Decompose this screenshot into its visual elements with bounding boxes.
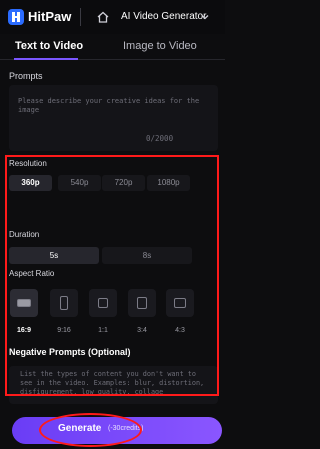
aspect-label-4-3: 4:3 bbox=[175, 327, 185, 334]
active-tab-indicator bbox=[14, 58, 78, 60]
tab-image-to-video[interactable]: Image to Video bbox=[123, 40, 197, 52]
resolution-option-1080p[interactable]: 1080p bbox=[147, 175, 190, 191]
aspect-9-16-icon bbox=[60, 296, 68, 310]
brand-name: HitPaw bbox=[28, 9, 72, 24]
duration-option-8s[interactable]: 8s bbox=[102, 247, 192, 264]
chevron-down-icon[interactable] bbox=[200, 12, 210, 22]
aspect-option-4-3[interactable] bbox=[166, 289, 194, 317]
aspect-label-9-16: 9:16 bbox=[57, 327, 71, 334]
aspect-16-9-icon bbox=[17, 299, 31, 307]
prompt-placeholder: Please describe your creative ideas for … bbox=[18, 97, 200, 114]
prompt-textarea[interactable] bbox=[9, 85, 218, 151]
top-bar: HitPaw AI Video Generator bbox=[0, 0, 225, 34]
prompt-char-counter: 0/2000 bbox=[146, 134, 174, 143]
resolution-option-720p[interactable]: 720p bbox=[102, 175, 145, 191]
mode-tabs: Text to Video Image to Video bbox=[0, 34, 225, 60]
resolution-label: Resolution bbox=[9, 159, 47, 168]
negative-prompts-label: Negative Prompts (Optional) bbox=[9, 347, 131, 357]
product-selector-label[interactable]: AI Video Generator bbox=[121, 11, 206, 22]
tab-text-to-video[interactable]: Text to Video bbox=[15, 40, 83, 52]
aspect-ratio-label: Aspect Ratio bbox=[9, 269, 55, 278]
duration-label: Duration bbox=[9, 230, 40, 239]
aspect-label-1-1: 1:1 bbox=[98, 327, 108, 334]
resolution-option-540p[interactable]: 540p bbox=[58, 175, 101, 191]
aspect-label-3-4: 3:4 bbox=[137, 327, 147, 334]
hitpaw-logo-icon bbox=[8, 9, 24, 25]
aspect-4-3-icon bbox=[174, 298, 186, 308]
aspect-option-1-1[interactable] bbox=[89, 289, 117, 317]
generate-credits-label: (-30credits) bbox=[108, 425, 144, 432]
aspect-3-4-icon bbox=[137, 297, 147, 309]
aspect-label-16-9: 16:9 bbox=[16, 327, 31, 334]
home-icon[interactable] bbox=[96, 10, 110, 24]
aspect-option-16-9[interactable] bbox=[10, 289, 38, 317]
resolution-option-360p[interactable]: 360p bbox=[9, 175, 52, 191]
aspect-option-9-16[interactable] bbox=[50, 289, 78, 317]
aspect-1-1-icon bbox=[98, 298, 108, 308]
negative-prompts-placeholder: List the types of content you don't want… bbox=[20, 370, 205, 396]
aspect-option-3-4[interactable] bbox=[128, 289, 156, 317]
negative-prompts-textarea[interactable]: List the types of content you don't want… bbox=[9, 366, 218, 404]
prompts-label: Prompts bbox=[9, 71, 43, 81]
generate-button-label: Generate bbox=[58, 423, 102, 434]
header-divider bbox=[80, 8, 81, 26]
duration-option-5s[interactable]: 5s bbox=[9, 247, 99, 264]
